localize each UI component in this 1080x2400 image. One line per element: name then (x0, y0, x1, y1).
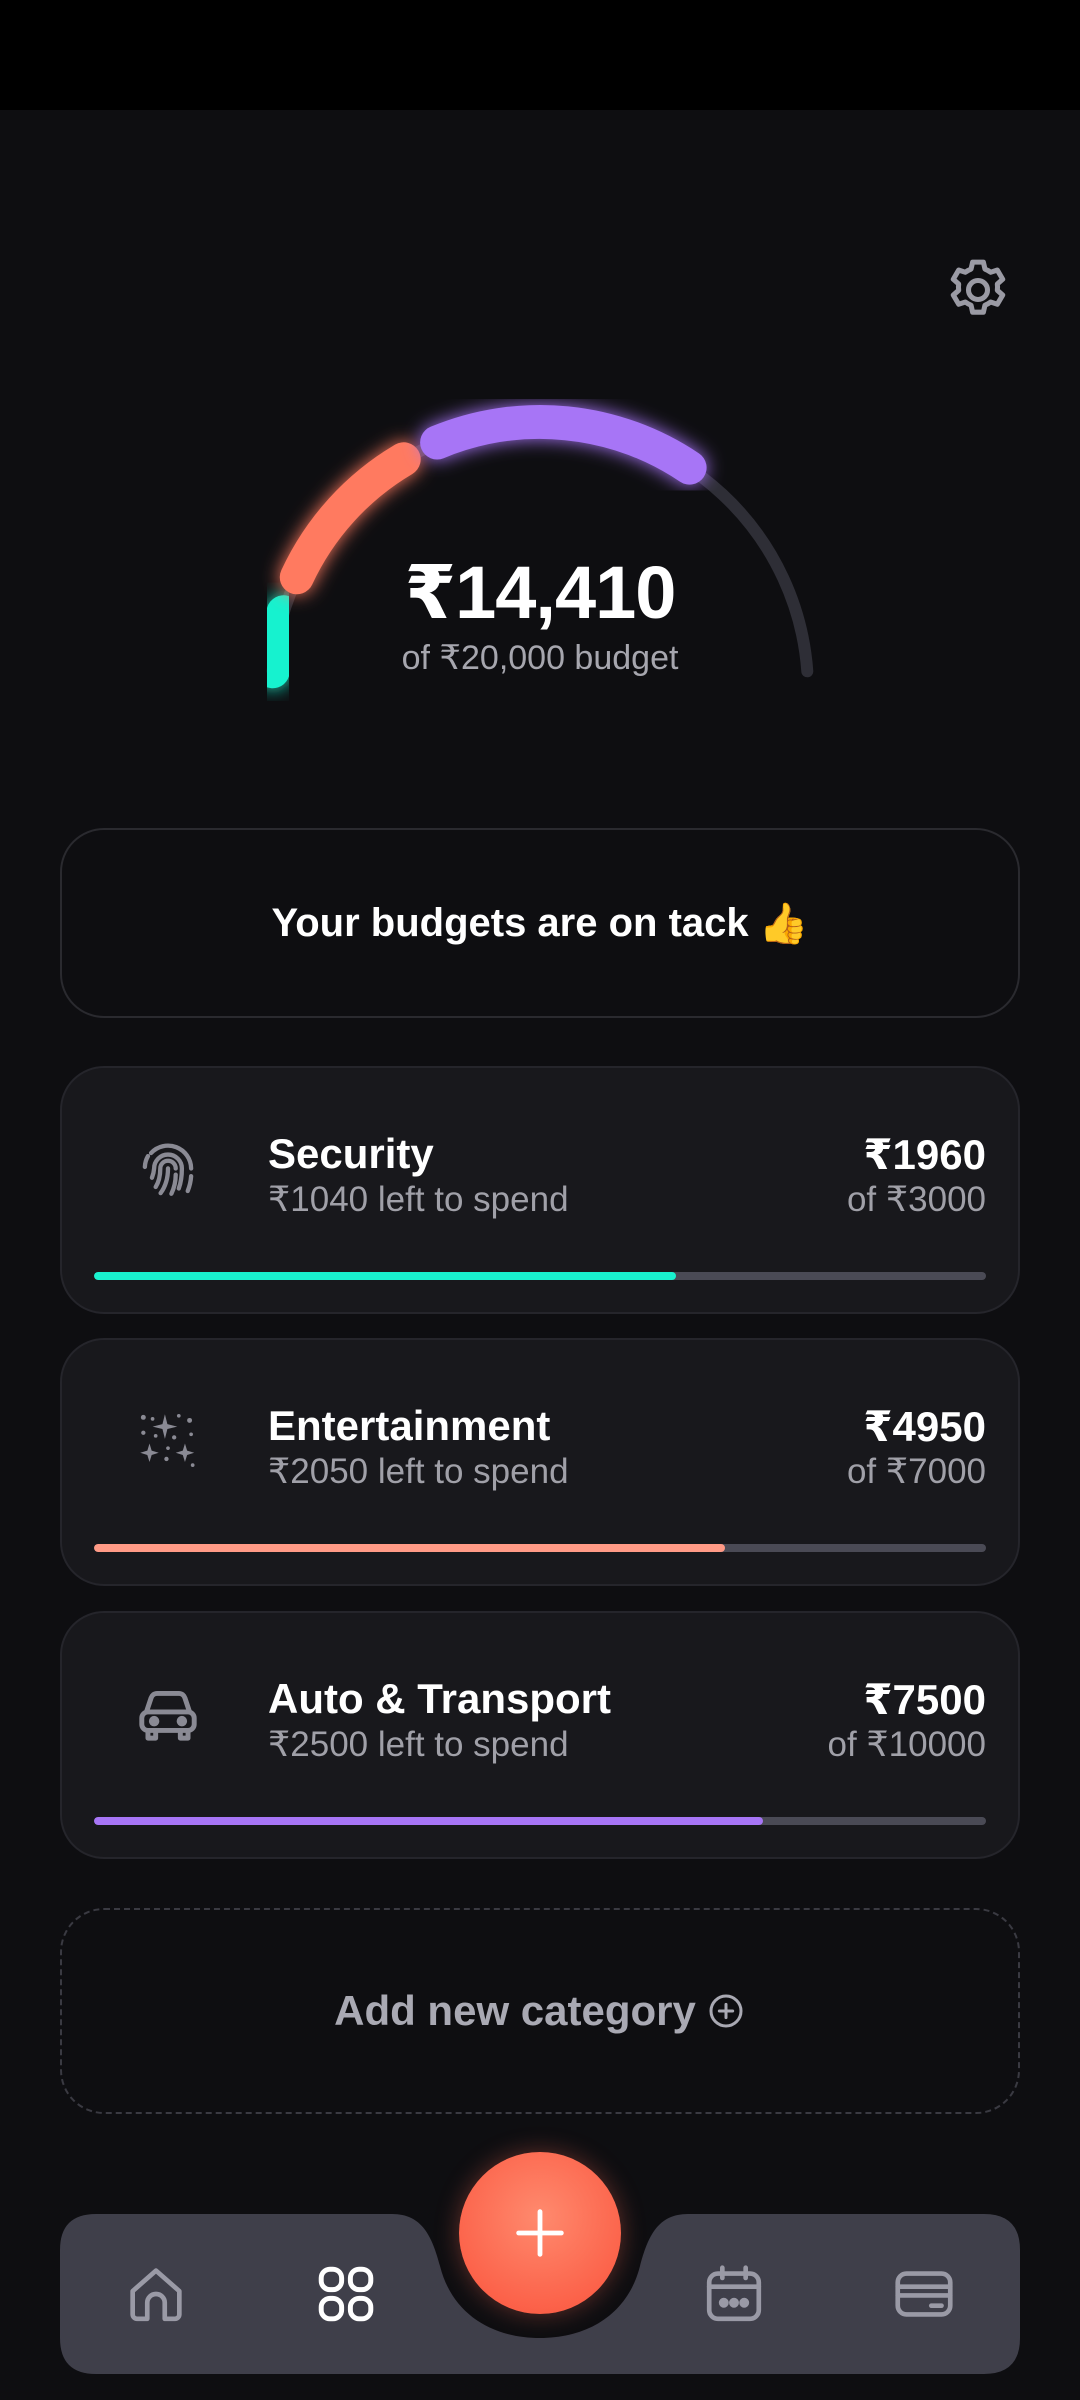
category-progress-bar (94, 1544, 986, 1552)
category-progress-fill (94, 1544, 725, 1552)
category-remaining: ₹1040 left to spend (268, 1180, 569, 1219)
category-name: Entertainment (268, 1402, 551, 1449)
car-icon (128, 1675, 208, 1755)
settings-button[interactable] (936, 248, 1020, 332)
add-category-button[interactable]: Add new category (60, 1908, 1020, 2114)
banner-text: Your budgets are on tack (271, 900, 749, 945)
budget-gauge: ₹14,410 of ₹20,000 budget (220, 360, 860, 720)
category-card-auto-transport[interactable]: Auto & Transport ₹2500 left to spend ₹75… (60, 1611, 1020, 1859)
nav-categories-button[interactable] (306, 2254, 386, 2334)
category-limit: of ₹7000 (846, 1452, 986, 1491)
category-spent: ₹7500 (863, 1676, 986, 1723)
gauge-segment (420, 404, 707, 485)
add-category-label: Add new category (334, 1987, 696, 2034)
gear-icon (950, 259, 1006, 315)
spent-amount: ₹14,410 (404, 551, 677, 634)
nav-wallet-button[interactable] (884, 2254, 964, 2334)
category-card-entertainment[interactable]: Entertainment ₹2050 left to spend ₹4950 … (60, 1338, 1020, 1586)
category-remaining: ₹2500 left to spend (268, 1725, 569, 1764)
category-card-security[interactable]: Security ₹1040 left to spend ₹1960 of ₹3… (60, 1066, 1020, 1314)
category-progress-fill (94, 1272, 677, 1280)
home-icon (130, 2268, 182, 2322)
nav-home-button[interactable] (116, 2254, 196, 2334)
category-spent: ₹4950 (863, 1403, 986, 1450)
thumbs-up-icon: 👍 (758, 901, 809, 946)
category-name: Auto & Transport (268, 1675, 611, 1722)
add-transaction-button[interactable] (459, 2152, 621, 2314)
wallet-icon (895, 2271, 953, 2317)
category-limit: of ₹3000 (846, 1180, 986, 1219)
category-spent: ₹1960 (863, 1131, 986, 1178)
calendar-icon (706, 2265, 762, 2322)
category-progress-bar (94, 1817, 986, 1825)
status-bar (0, 0, 1080, 110)
grid-icon (318, 2266, 374, 2322)
plus-circle-icon (706, 1991, 746, 2031)
budget-subtitle: of ₹20,000 budget (401, 639, 679, 677)
category-limit: of ₹10000 (827, 1725, 986, 1764)
category-name: Security (268, 1130, 434, 1177)
nav-calendar-button[interactable] (694, 2254, 774, 2334)
status-banner: Your budgets are on tack 👍 (60, 828, 1020, 1018)
sparkles-icon (128, 1402, 208, 1482)
category-progress-bar (94, 1272, 986, 1280)
category-remaining: ₹2050 left to spend (268, 1452, 569, 1491)
plus-icon (516, 2209, 564, 2257)
category-progress-fill (94, 1817, 763, 1825)
fingerprint-icon (128, 1130, 208, 1210)
